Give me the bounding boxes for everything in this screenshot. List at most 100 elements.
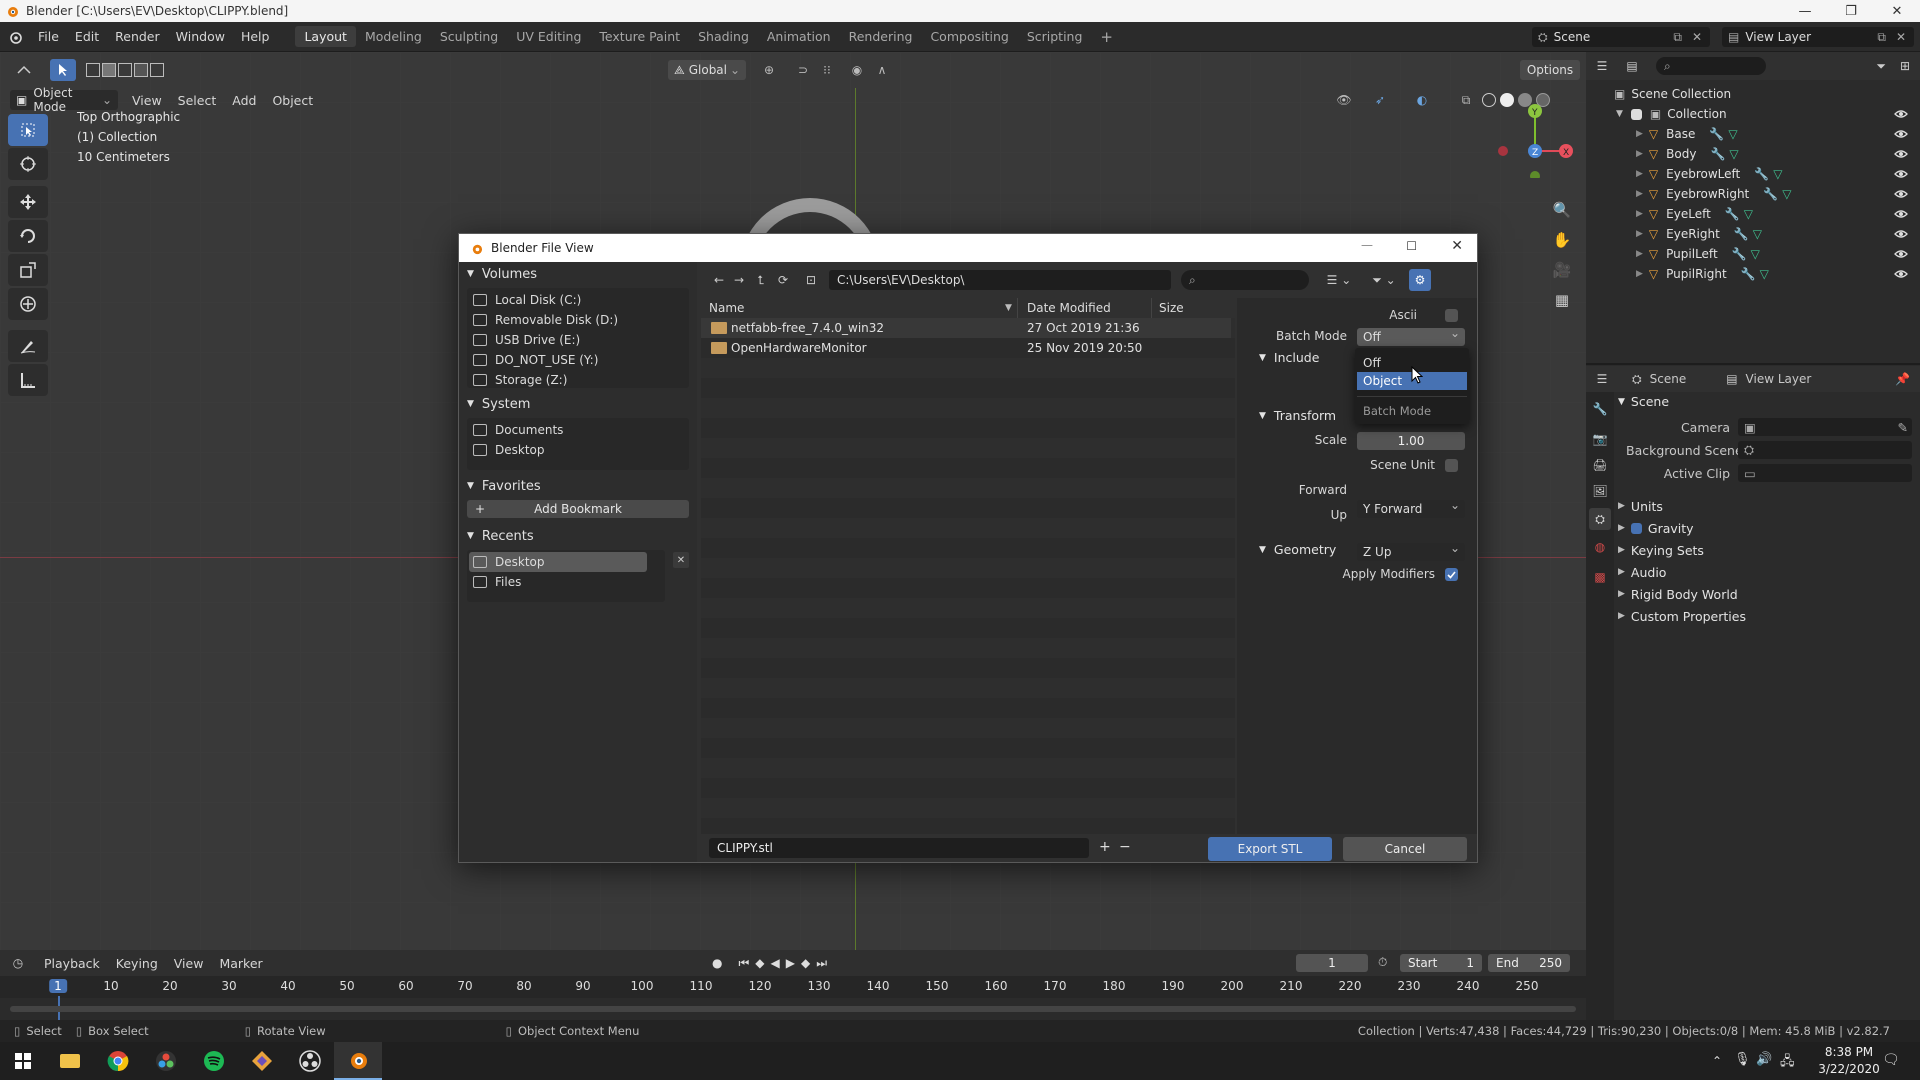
increment-filename-icon[interactable]: + — [1099, 839, 1111, 855]
texture-tab-icon[interactable]: ▩ — [1591, 568, 1609, 586]
viewport-menu-view[interactable]: View — [124, 93, 170, 108]
mesh-data-icon[interactable]: ▽ — [1782, 187, 1791, 201]
mesh-data-icon[interactable]: ▽ — [1753, 227, 1762, 241]
mesh-data-icon[interactable]: ▽ — [1773, 167, 1782, 181]
volumes-header[interactable]: ▼ Volumes — [467, 264, 537, 284]
recent-item[interactable]: Files — [469, 572, 647, 592]
pan-hand-icon[interactable]: ✋ — [1550, 228, 1574, 252]
expand-arrow-icon[interactable]: ▶ — [1636, 149, 1643, 159]
object-mode-dropdown[interactable]: ▣ Object Mode ⌄ — [10, 86, 118, 114]
notifications-icon[interactable]: 🗨 — [1882, 1052, 1900, 1068]
timeline-menu-keying[interactable]: Keying — [108, 956, 166, 971]
workspace-tab-sculpting[interactable]: Sculpting — [431, 26, 507, 47]
mesh-data-icon[interactable]: ▽ — [1760, 267, 1769, 281]
workspace-tab-scripting[interactable]: Scripting — [1018, 26, 1092, 47]
box-mode-intersect-icon[interactable] — [150, 63, 164, 77]
eye-icon[interactable] — [1894, 107, 1908, 121]
workspace-tab-rendering[interactable]: Rendering — [840, 26, 922, 47]
delete-scene-icon[interactable]: ✕ — [1692, 30, 1702, 44]
minimize-icon[interactable]: — — [1782, 0, 1828, 22]
dialog-minimize-icon[interactable]: — — [1361, 238, 1373, 252]
file-search-input[interactable]: ⌕ — [1181, 270, 1309, 290]
properties-panel-header[interactable]: ▶ Gravity — [1618, 518, 1694, 538]
snap-target-icon[interactable]: ⁝⁝ — [816, 61, 838, 79]
up-dropdown[interactable]: Z Up — [1357, 541, 1465, 561]
system-item[interactable]: Desktop — [473, 440, 545, 460]
microphone-icon[interactable]: 🎙 — [1734, 1052, 1751, 1067]
eye-icon[interactable] — [1894, 227, 1908, 241]
spotify-icon[interactable] — [190, 1042, 238, 1080]
eyedropper-icon[interactable]: ✎ — [1898, 420, 1908, 435]
collection-checkbox[interactable] — [1630, 108, 1642, 120]
modifier-wrench-icon[interactable]: 🔧 — [1732, 247, 1747, 261]
cursor-tool[interactable] — [8, 148, 48, 180]
timeline-menu-view[interactable]: View — [166, 956, 212, 971]
eye-icon[interactable] — [1894, 247, 1908, 261]
mesh-data-icon[interactable]: ▽ — [1744, 207, 1753, 221]
eye-icon[interactable] — [1894, 267, 1908, 281]
falloff-icon[interactable]: ∧ — [868, 61, 896, 79]
volume-item[interactable]: DO_NOT_USE (Y:) — [473, 350, 598, 370]
filter-icon[interactable]: ⏷ ⌄ — [1365, 270, 1403, 290]
outliner-search-input[interactable]: ⌕ — [1656, 57, 1766, 75]
scene-props-tab-icon[interactable]: ⛭ — [1589, 508, 1611, 530]
gizmo-icon[interactable]: ➶ — [1366, 93, 1394, 107]
gravity-checkbox[interactable] — [1630, 522, 1642, 534]
viewport-menu-add[interactable]: Add — [224, 93, 264, 108]
background-scene-field[interactable]: ⛭ — [1738, 441, 1912, 459]
expand-arrow-icon[interactable]: ▶ — [1636, 269, 1643, 279]
timeline-editor-icon[interactable]: ◷ — [0, 956, 36, 970]
modifier-wrench-icon[interactable]: 🔧 — [1709, 127, 1724, 141]
box-mode-extend-icon[interactable] — [102, 63, 116, 77]
mesh-data-icon[interactable]: ▽ — [1728, 127, 1737, 141]
box-mode-new-icon[interactable] — [86, 63, 100, 77]
transform-tool[interactable] — [8, 288, 48, 320]
menu-render[interactable]: Render — [107, 29, 168, 44]
back-arrow-icon[interactable]: ← — [709, 270, 729, 290]
settings-gear-icon[interactable]: ⚙ — [1409, 269, 1431, 291]
play-reverse-icon[interactable]: ◀ — [771, 956, 780, 971]
taskbar-time[interactable]: 8:38 PM — [1814, 1045, 1884, 1059]
clock-icon[interactable]: ⏱ — [1378, 955, 1387, 970]
properties-panel-header[interactable]: ▶ Keying Sets — [1618, 540, 1704, 560]
outliner-item[interactable]: ▶ ▽ Base 🔧 ▽ — [1586, 124, 1920, 144]
expand-arrow-icon[interactable]: ▼ — [1616, 109, 1623, 119]
outliner-item[interactable]: ▶ ▽ PupilLeft 🔧 ▽ — [1586, 244, 1920, 264]
world-tab-icon[interactable]: ◍ — [1591, 538, 1609, 556]
modifier-wrench-icon[interactable]: 🔧 — [1734, 227, 1749, 241]
filename-input[interactable]: CLIPPY.stl — [709, 838, 1089, 858]
mesh-data-icon[interactable]: ▽ — [1729, 147, 1738, 161]
volume-icon[interactable]: 🔊 — [1756, 1052, 1772, 1067]
workspace-tab-uv-editing[interactable]: UV Editing — [507, 26, 590, 47]
outliner-scene-collection[interactable]: ▣ Scene Collection — [1586, 84, 1920, 104]
view-layer-selector[interactable]: ▤ View Layer ⧉ ✕ — [1722, 27, 1914, 47]
parent-dir-icon[interactable]: ⮤ — [751, 270, 771, 290]
expand-arrow-icon[interactable]: ▶ — [1636, 209, 1643, 219]
apply-modifiers-checkbox[interactable] — [1445, 568, 1458, 581]
expand-arrow-icon[interactable]: ▶ — [1636, 229, 1643, 239]
forward-arrow-icon[interactable]: → — [729, 270, 749, 290]
properties-panel-header[interactable]: ▶ Custom Properties — [1618, 606, 1746, 626]
play-icon[interactable]: ▶ — [786, 956, 795, 971]
forward-dropdown[interactable]: Y Forward — [1357, 498, 1465, 518]
start-frame-field[interactable]: Start 1 — [1400, 954, 1482, 972]
menu-edit[interactable]: Edit — [67, 29, 107, 44]
restore-icon[interactable]: ❐ — [1828, 0, 1874, 22]
modifier-wrench-icon[interactable]: 🔧 — [1710, 147, 1725, 161]
add-workspace-icon[interactable]: + — [1091, 25, 1122, 49]
rotate-tool[interactable] — [8, 220, 48, 252]
workspace-tab-layout[interactable]: Layout — [295, 26, 356, 47]
eye-icon[interactable] — [1894, 147, 1908, 161]
system-header[interactable]: ▼ System — [467, 394, 530, 414]
delete-view-layer-icon[interactable]: ✕ — [1896, 30, 1906, 44]
sort-arrow-icon[interactable]: ▼ — [1005, 303, 1012, 313]
new-scene-icon[interactable]: ⧉ — [1673, 30, 1682, 45]
modifier-wrench-icon[interactable]: 🔧 — [1754, 167, 1769, 181]
new-view-layer-icon[interactable]: ⧉ — [1877, 30, 1886, 45]
outliner-item[interactable]: ▶ ▽ EyeRight 🔧 ▽ — [1586, 224, 1920, 244]
box-mode-subtract-icon[interactable] — [118, 63, 132, 77]
recents-header[interactable]: ▼ Recents — [467, 526, 534, 546]
expand-arrow-icon[interactable]: ▶ — [1636, 189, 1643, 199]
select-box-modes[interactable] — [86, 63, 164, 77]
blender-menu-icon[interactable] — [0, 30, 30, 44]
